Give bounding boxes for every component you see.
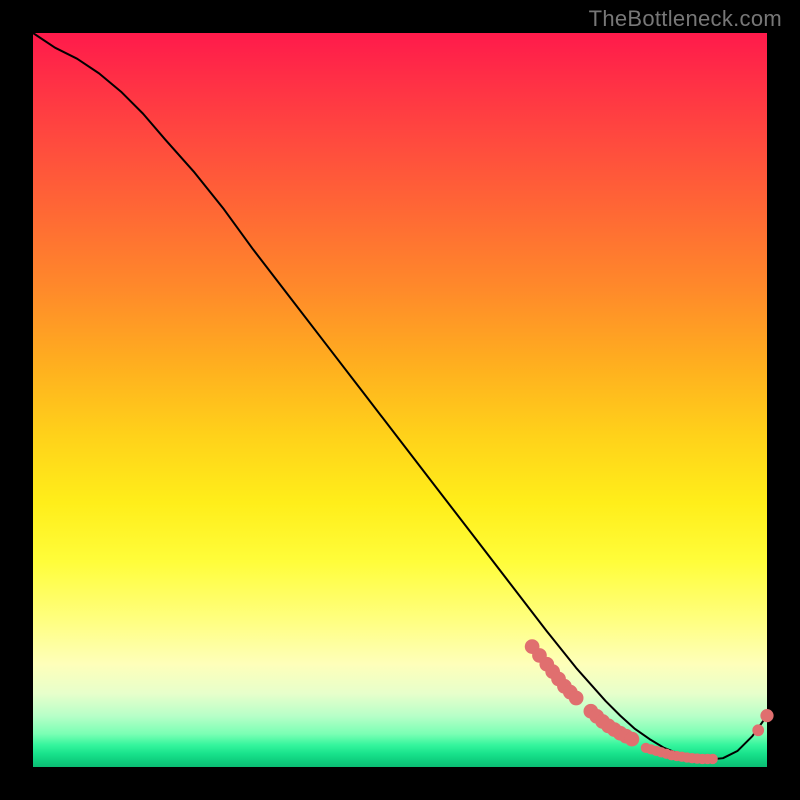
marker-group [525,639,774,764]
bottleneck-curve [33,33,767,760]
plot-area [33,33,767,767]
data-marker [569,691,584,706]
data-marker [752,724,764,736]
data-marker [760,709,773,722]
chart-svg [33,33,767,767]
chart-frame: TheBottleneck.com [0,0,800,800]
data-marker [625,732,640,747]
watermark-text: TheBottleneck.com [589,6,782,32]
data-marker [708,754,718,764]
